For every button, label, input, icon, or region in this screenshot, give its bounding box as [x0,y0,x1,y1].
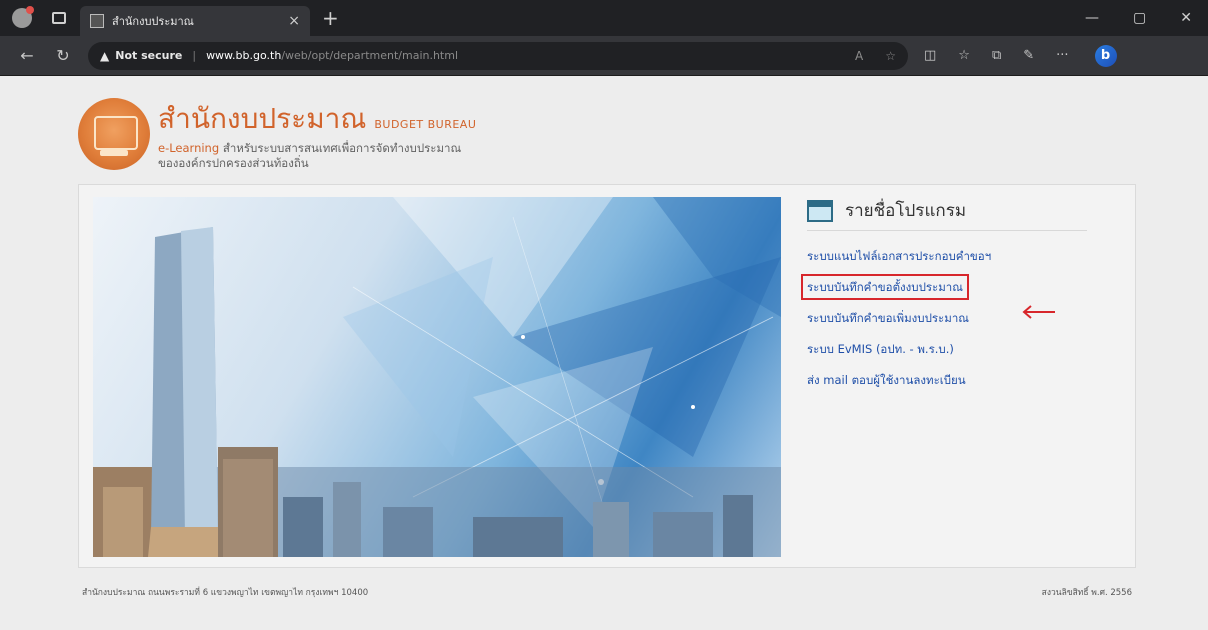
footer-copyright: สงวนลิขสิทธิ์ พ.ศ. 2556 [1041,588,1132,598]
url-host: www.bb.go.th [206,49,282,62]
favorite-star-icon[interactable]: ☆ [885,49,896,63]
program-menu: รายชื่อโปรแกรม ระบบแนบไฟล์เอกสารประกอบคำ… [801,197,1087,396]
menu-header: รายชื่อโปรแกรม [807,197,1087,231]
address-separator: | [192,49,197,62]
site-titles: สำนักงบประมาณ BUDGET BUREAU e-Learning ส… [158,97,476,171]
menu-item-send-mail[interactable]: ส่ง mail ตอบผู้ใช้งานลงทะเบียน [807,365,1087,396]
menu-title: รายชื่อโปรแกรม [845,201,967,221]
menu-item-label[interactable]: ระบบแนบไฟล์เอกสารประกอบคำขอฯ [807,249,991,263]
favorites-icon[interactable]: ☆ [958,48,970,63]
menu-item-label[interactable]: ส่ง mail ตอบผู้ใช้งานลงทะเบียน [807,373,966,387]
maximize-button[interactable]: ▢ [1133,10,1146,26]
site-title-line: สำนักงบประมาณ BUDGET BUREAU [158,97,476,141]
web-page: สำนักงบประมาณ BUDGET BUREAU e-Learning ส… [0,76,1208,630]
menu-item-label[interactable]: ระบบ EvMIS (อปท. - พ.ร.บ.) [807,342,954,356]
site-title-thai: สำนักงบประมาณ [158,102,367,135]
subtitle-line1: สำหรับระบบสารสนเทศเพื่อการจัดทำงบประมาณ [222,141,462,155]
budget-bureau-seal-logo [78,98,150,170]
tab-actions-icon[interactable] [52,12,66,24]
minimize-button[interactable]: — [1085,10,1099,26]
address-bar[interactable]: ▲ Not secure | www.bb.go.th /web/opt/dep… [88,41,908,70]
extensions-icon[interactable]: ✎ [1023,48,1034,63]
back-arrow-icon[interactable]: ← [18,46,36,65]
banner-graphic [93,197,781,557]
banner-image [93,197,781,557]
warning-icon[interactable]: ▲ [100,49,109,63]
menu-item-evmis[interactable]: ระบบ EvMIS (อปท. - พ.ร.บ.) [807,334,1087,365]
tab-favicon-icon [90,14,104,28]
bing-copilot-icon[interactable]: b [1094,44,1117,67]
collections-icon[interactable]: ⧉ [992,48,1001,63]
site-subtitle: e-Learning สำหรับระบบสารสนเทศเพื่อการจัด… [158,141,476,156]
omnibox-actions: A ☆ [855,49,896,63]
url-path: /web/opt/department/main.html [281,49,459,62]
tab-title: สำนักงบประมาณ [112,15,194,28]
split-screen-icon[interactable]: ◫ [924,48,936,63]
profile-icon[interactable] [12,6,34,28]
site-header: สำนักงบประมาณ BUDGET BUREAU e-Learning ส… [78,96,476,172]
menu-item-budget-request[interactable]: ระบบบันทึกคำขอตั้งงบประมาณ [801,272,1087,303]
menu-item-label[interactable]: ระบบบันทึกคำขอเพิ่มงบประมาณ [807,311,969,325]
page-footer: สำนักงบประมาณ ถนนพระรามที่ 6 แขวงพญาไท เ… [78,582,1136,602]
window-controls: — ▢ ✕ [1085,10,1208,26]
toolbar-icons: ◫ ☆ ⧉ ✎ ··· b [924,44,1117,67]
new-tab-button[interactable]: + [322,6,339,30]
refresh-icon[interactable]: ↻ [54,46,72,65]
footer-address: สำนักงบประมาณ ถนนพระรามที่ 6 แขวงพญาไท เ… [82,588,369,598]
browser-tab-bar: สำนักงบประมาณ × + — ▢ ✕ [0,0,1208,36]
browser-toolbar: ← ↻ ▲ Not secure | www.bb.go.th /web/opt… [0,36,1208,76]
content-frame: รายชื่อโปรแกรม ระบบแนบไฟล์เอกสารประกอบคำ… [78,184,1136,568]
subtitle-elearning: e-Learning [158,141,220,155]
subtitle-line2: ขององค์กรปกครองส่วนท้องถิ่น [158,156,309,170]
security-label[interactable]: Not secure [115,49,182,62]
highlighted-menu-item-label[interactable]: ระบบบันทึกคำขอตั้งงบประมาณ [801,274,969,300]
browser-tab[interactable]: สำนักงบประมาณ × [80,6,310,36]
more-menu-icon[interactable]: ··· [1056,48,1068,63]
tab-close-icon[interactable]: × [288,13,300,29]
program-list-icon [807,199,833,222]
close-window-button[interactable]: ✕ [1180,10,1192,26]
read-aloud-icon[interactable]: A [855,49,863,63]
site-title-english: BUDGET BUREAU [374,118,477,131]
menu-item-attach-files[interactable]: ระบบแนบไฟล์เอกสารประกอบคำขอฯ [807,241,1087,272]
red-arrow-icon [1022,305,1055,319]
